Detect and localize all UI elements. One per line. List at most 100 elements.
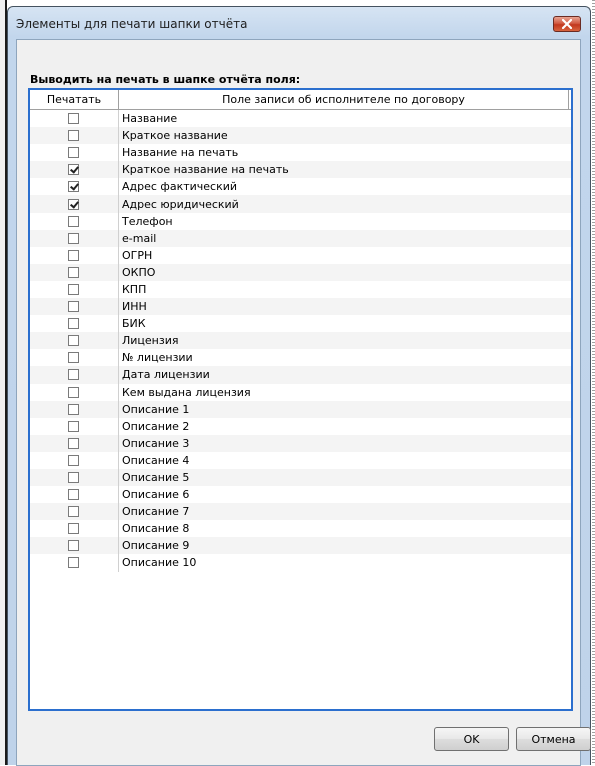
table-row[interactable]: Описание 2 — [30, 417, 571, 435]
print-checkbox[interactable] — [67, 266, 79, 278]
field-name: Описание 6 — [122, 488, 190, 502]
table-row[interactable]: Название на печать — [30, 144, 571, 162]
field-name: Описание 5 — [122, 471, 190, 485]
print-checkbox[interactable] — [67, 249, 79, 261]
field-name: Описание 10 — [122, 556, 197, 570]
print-checkbox[interactable] — [67, 472, 79, 484]
print-checkbox[interactable] — [67, 506, 79, 518]
print-checkbox[interactable] — [67, 113, 79, 125]
table-row[interactable]: № лицензии — [30, 349, 571, 367]
field-name: Лицензия — [122, 334, 179, 348]
print-cell — [30, 161, 119, 179]
column-header-field[interactable]: Поле записи об исполнителе по договору — [119, 90, 569, 109]
field-name: e-mail — [122, 231, 157, 245]
print-checkbox[interactable] — [67, 318, 79, 330]
print-cell — [30, 263, 119, 281]
table-row[interactable]: Описание 10 — [30, 554, 571, 572]
print-checkbox[interactable] — [67, 386, 79, 398]
table-row[interactable]: Адрес юридический — [30, 195, 571, 213]
print-cell — [30, 451, 119, 469]
table-row[interactable]: Лицензия — [30, 332, 571, 350]
table-row[interactable]: Кем выдана лицензия — [30, 383, 571, 401]
field-name: Телефон — [122, 214, 173, 228]
dialog-body: Выводить на печать в шапке отчёта поля: … — [16, 39, 591, 766]
print-checkbox[interactable] — [67, 437, 79, 449]
table-row[interactable]: КПП — [30, 280, 571, 299]
table-row[interactable]: Краткое название — [30, 127, 571, 145]
print-checkbox[interactable] — [67, 164, 79, 176]
field-name: Описание 8 — [122, 522, 190, 536]
print-cell — [30, 554, 119, 572]
table-row[interactable]: БИК — [30, 315, 571, 333]
print-checkbox[interactable] — [67, 540, 79, 552]
print-checkbox[interactable] — [67, 489, 79, 501]
table-row[interactable]: Описание 7 — [30, 503, 571, 521]
table-row[interactable]: Адрес фактический — [30, 178, 571, 196]
print-checkbox[interactable] — [67, 523, 79, 535]
field-name: № лицензии — [122, 351, 193, 365]
print-cell — [30, 144, 119, 162]
table-row[interactable]: ОКПО — [30, 263, 571, 281]
print-checkbox[interactable] — [67, 420, 79, 432]
table-row[interactable]: ИНН — [30, 298, 571, 316]
print-checkbox[interactable] — [67, 335, 79, 347]
table-row[interactable]: Дата лицензии — [30, 366, 571, 384]
field-name: Краткое название — [122, 129, 228, 143]
print-cell — [30, 127, 119, 145]
print-cell — [30, 434, 119, 452]
print-checkbox[interactable] — [67, 369, 79, 381]
table-row[interactable]: Краткое название на печать — [30, 161, 571, 179]
field-name: Адрес фактический — [122, 180, 238, 194]
table-row[interactable]: Телефон — [30, 212, 571, 230]
table-row[interactable]: Описание 9 — [30, 537, 571, 555]
table-row[interactable]: Описание 1 — [30, 400, 571, 418]
print-checkbox[interactable] — [67, 557, 79, 569]
print-cell — [30, 229, 119, 247]
print-checkbox[interactable] — [67, 147, 79, 159]
table-row[interactable]: Описание 5 — [30, 468, 571, 487]
column-header-print[interactable]: Печатать — [30, 90, 119, 109]
print-cell — [30, 110, 119, 128]
field-name: Описание 4 — [122, 453, 190, 467]
print-checkbox[interactable] — [67, 181, 79, 193]
field-name: ИНН — [122, 300, 147, 314]
dialog-window: Элементы для печати шапки отчёта Выводит… — [7, 6, 591, 766]
table-row[interactable]: e-mail — [30, 229, 571, 247]
print-checkbox[interactable] — [67, 454, 79, 466]
print-checkbox[interactable] — [67, 301, 79, 313]
print-cell — [30, 503, 119, 521]
cancel-button[interactable]: Отмена — [516, 727, 591, 751]
section-label: Выводить на печать в шапке отчёта поля: — [30, 73, 301, 86]
table-row[interactable]: Название — [30, 110, 571, 128]
print-cell — [30, 537, 119, 555]
print-checkbox[interactable] — [67, 352, 79, 364]
field-name: Кем выдана лицензия — [122, 385, 251, 399]
field-name: Дата лицензии — [122, 368, 210, 382]
print-cell — [30, 246, 119, 264]
print-checkbox[interactable] — [67, 198, 79, 210]
close-button[interactable] — [553, 16, 581, 32]
print-checkbox[interactable] — [67, 283, 79, 295]
print-checkbox[interactable] — [67, 215, 79, 227]
field-name: Описание 2 — [122, 419, 190, 433]
table-row[interactable]: Описание 6 — [30, 486, 571, 504]
table-row[interactable]: ОГРН — [30, 246, 571, 264]
ok-button[interactable]: OK — [434, 727, 509, 751]
print-cell — [30, 366, 119, 384]
title-bar[interactable]: Элементы для печати шапки отчёта — [8, 7, 590, 39]
field-name: ОГРН — [122, 248, 153, 262]
field-name: Описание 7 — [122, 505, 190, 519]
print-checkbox[interactable] — [67, 403, 79, 415]
table-row[interactable]: Описание 4 — [30, 451, 571, 469]
table-row[interactable]: Описание 8 — [30, 520, 571, 538]
field-name: Описание 9 — [122, 539, 190, 553]
field-name: Адрес юридический — [122, 197, 239, 211]
field-name: Название — [122, 112, 178, 126]
print-cell — [30, 332, 119, 350]
print-cell — [30, 315, 119, 333]
print-cell — [30, 195, 119, 213]
print-cell — [30, 349, 119, 367]
table-row[interactable]: Описание 3 — [30, 434, 571, 452]
print-checkbox[interactable] — [67, 130, 79, 142]
print-checkbox[interactable] — [67, 232, 79, 244]
